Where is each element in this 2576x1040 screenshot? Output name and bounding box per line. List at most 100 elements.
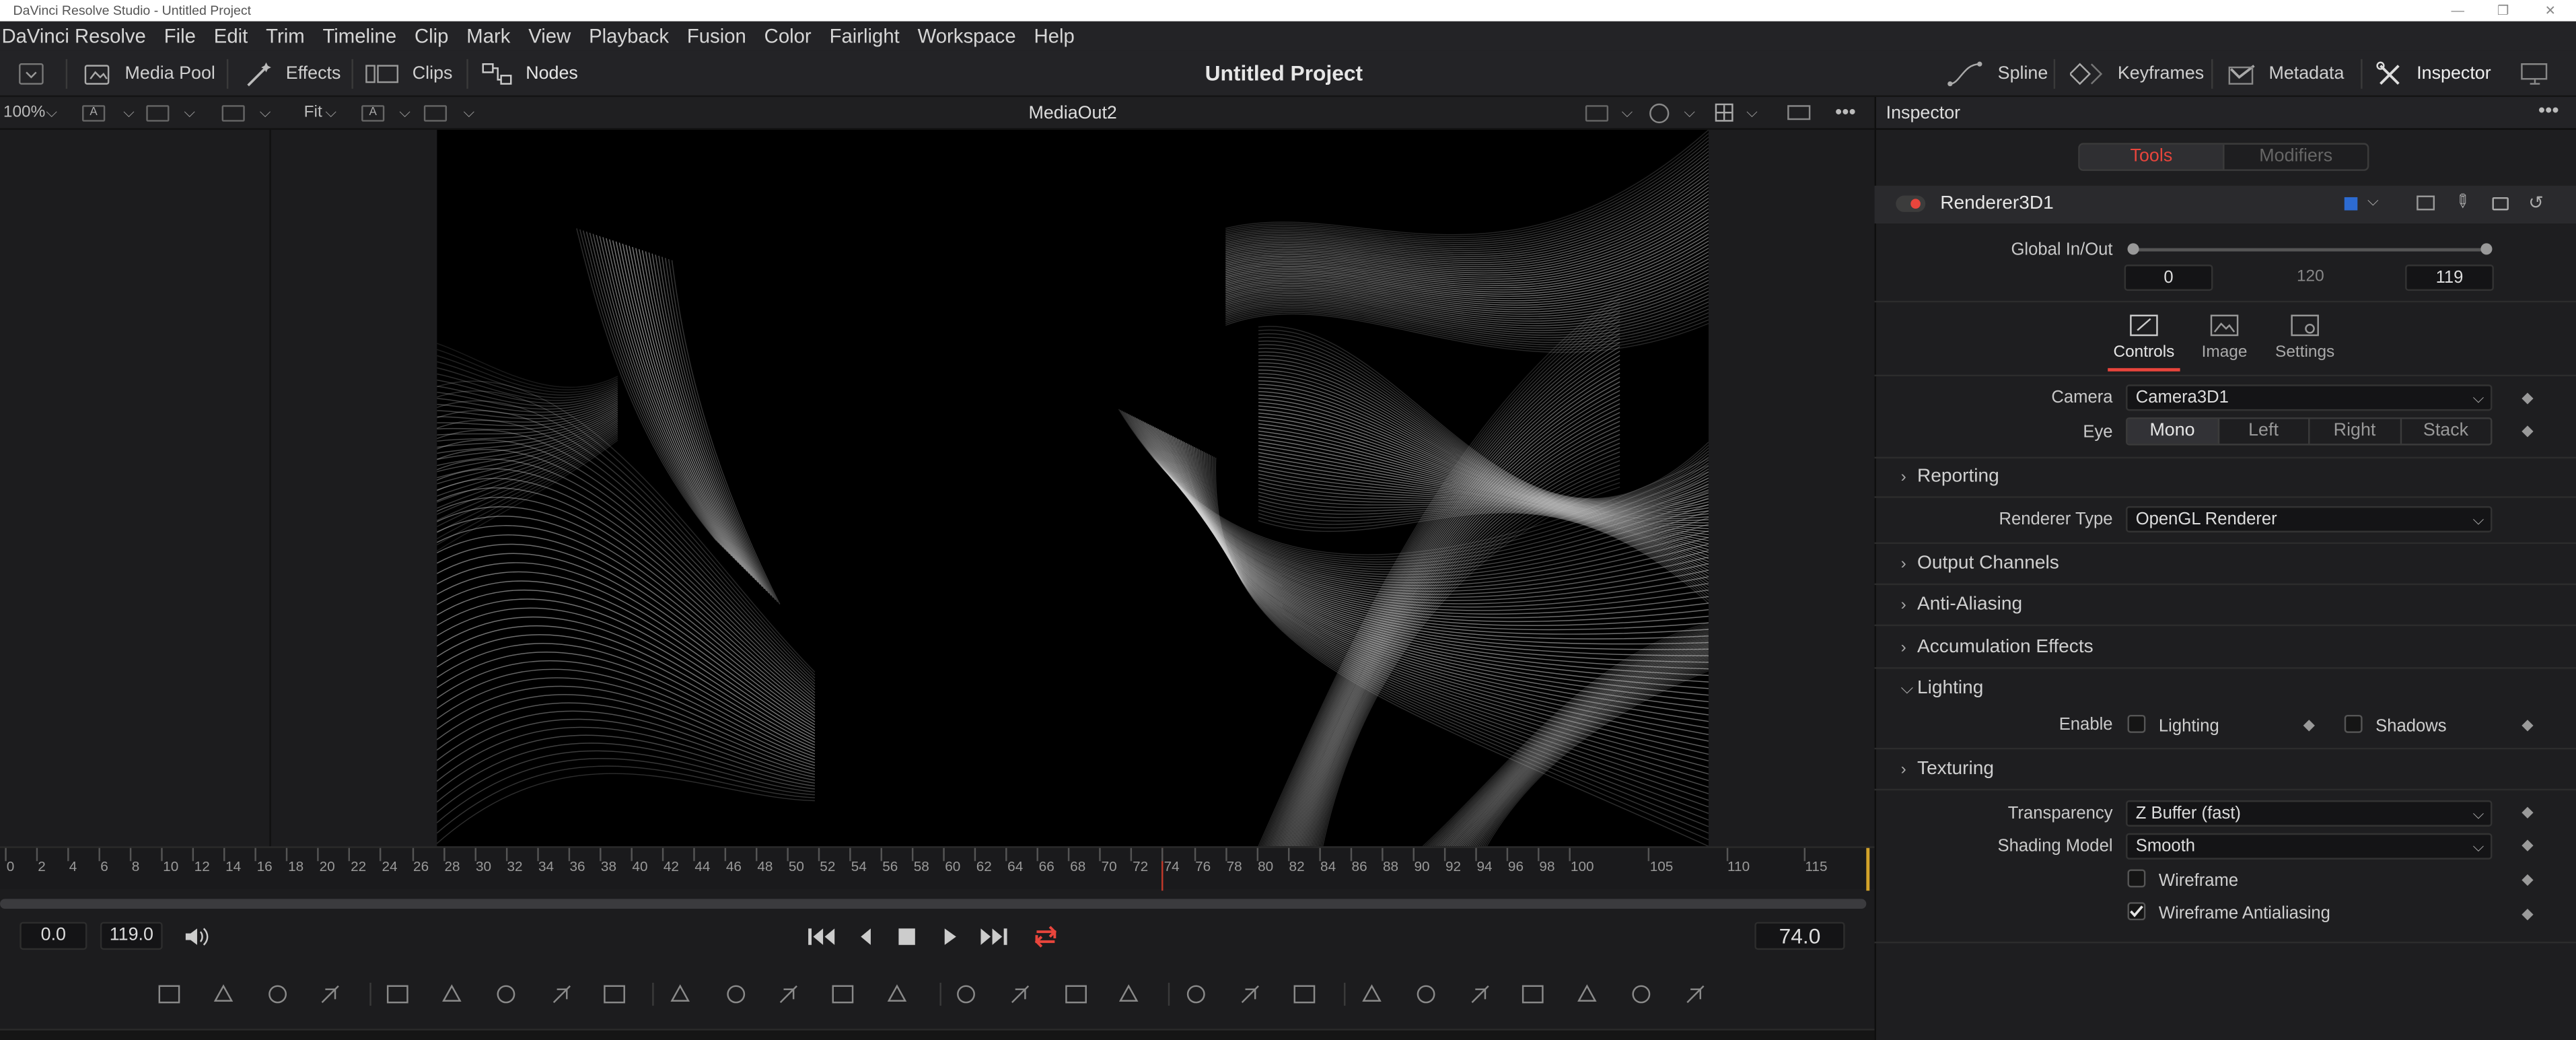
menu-help[interactable]: Help	[1034, 22, 1075, 51]
renderer-type-dropdown[interactable]: OpenGL Renderer ⌵	[2126, 506, 2493, 532]
text-3d-tool-icon[interactable]	[1467, 981, 1493, 1007]
menu-clip[interactable]: Clip	[415, 22, 448, 51]
particle-render-tool-icon[interactable]	[1237, 981, 1263, 1007]
roi-b-icon[interactable]	[423, 105, 448, 122]
color-corrector-tool-icon[interactable]	[602, 981, 628, 1007]
global-in-field[interactable]: 0	[2124, 265, 2213, 291]
roi-icon[interactable]	[146, 105, 170, 122]
menu-playback[interactable]: Playback	[589, 22, 669, 51]
merge-3d-tool-icon[interactable]	[723, 981, 749, 1007]
roi-b-chevron-icon[interactable]: ⌵	[463, 104, 474, 122]
step-back-icon[interactable]	[857, 925, 873, 948]
fit-chevron-icon[interactable]: ⌵	[325, 104, 336, 122]
wireframe-checkbox[interactable]	[2127, 869, 2146, 888]
subtab-settings[interactable]: Settings	[2272, 309, 2338, 372]
grid-chevron-icon[interactable]: ⌵	[1746, 104, 1758, 122]
shadows-checkbox[interactable]	[2344, 714, 2363, 733]
time-ruler[interactable]: 0 2 4 6 8 10 12 14 16 18 20 22 24 26 28 30 32 34 36 38 40 42 4…	[0, 846, 1875, 891]
polygon-mask-tool-icon[interactable]	[493, 981, 519, 1007]
eye-left[interactable]: Left	[2219, 419, 2310, 444]
spline-button[interactable]: Spline	[1947, 51, 2048, 97]
go-to-start-icon[interactable]	[807, 925, 836, 948]
inspector-button[interactable]: Inspector	[2375, 51, 2491, 97]
menu-color[interactable]: Color	[764, 22, 812, 51]
tab-modifiers[interactable]: Modifiers	[2225, 145, 2367, 170]
text-tool-icon[interactable]	[264, 981, 291, 1007]
stereo-chevron-icon[interactable]: ⌵	[1684, 104, 1695, 122]
camera-3d-tool-icon[interactable]	[1413, 981, 1439, 1007]
view-options-chevron-icon[interactable]: ⌵	[1622, 104, 1633, 122]
menu-fusion[interactable]: Fusion	[687, 22, 746, 51]
panel-toggle-button[interactable]	[18, 51, 56, 97]
timeline-scrollbar[interactable]	[0, 899, 1867, 909]
menu-timeline[interactable]: Timeline	[322, 22, 396, 51]
keyframes-button[interactable]: Keyframes	[2070, 51, 2204, 97]
viewer-zoom[interactable]: 100%	[3, 104, 45, 123]
material-tool-icon[interactable]	[1628, 981, 1654, 1007]
particles-tool-icon[interactable]	[384, 981, 410, 1007]
current-time-field[interactable]: 74.0	[1754, 922, 1845, 950]
bspline-tool-icon[interactable]	[1116, 981, 1142, 1007]
subtab-image[interactable]: Image	[2195, 309, 2254, 372]
lighting-checkbox[interactable]	[2127, 714, 2146, 733]
paint-tool-icon[interactable]	[317, 981, 343, 1007]
eye-mono[interactable]: Mono	[2127, 419, 2219, 444]
channel-b-icon[interactable]: A	[361, 105, 385, 122]
zoom-chevron-icon[interactable]: ⌵	[46, 104, 57, 122]
section-texturing[interactable]: › Texturing	[1901, 759, 1994, 779]
merge-tool-icon[interactable]	[667, 981, 693, 1007]
menu-edit[interactable]: Edit	[214, 22, 248, 51]
nodes-button[interactable]: Nodes	[481, 51, 578, 97]
rectangle-mask-tool-icon[interactable]	[953, 981, 979, 1007]
channel-chevron-icon[interactable]: ⌵	[123, 104, 135, 122]
wireframe-antialiasing-checkbox[interactable]	[2127, 902, 2146, 921]
pin-icon[interactable]: ✎	[2449, 188, 2474, 215]
menu-davinci[interactable]: DaVinci Resolve	[1, 22, 145, 51]
inspector-more-icon[interactable]: •••	[2538, 98, 2559, 121]
menu-workspace[interactable]: Workspace	[918, 22, 1016, 51]
menu-view[interactable]: View	[528, 22, 571, 51]
viewer-fit[interactable]: Fit	[304, 104, 322, 123]
media-in-tool-icon[interactable]	[775, 981, 801, 1007]
fog-3d-tool-icon[interactable]	[1682, 981, 1709, 1007]
particle-system-tool-icon[interactable]	[1291, 981, 1318, 1007]
minimize-icon[interactable]: —	[2451, 0, 2464, 22]
viewer-more-icon[interactable]: •••	[1835, 100, 1856, 123]
stop-icon[interactable]	[896, 925, 919, 948]
shape-3d-tool-icon[interactable]	[1359, 981, 1385, 1007]
background-tool-icon[interactable]	[156, 981, 182, 1007]
lock-icon[interactable]	[2492, 197, 2509, 211]
tab-tools[interactable]: Tools	[2079, 144, 2225, 170]
particle-emitter-tool-icon[interactable]	[1183, 981, 1209, 1007]
global-range-slider[interactable]	[2131, 248, 2489, 252]
section-anti-aliasing[interactable]: › Anti-Aliasing	[1901, 595, 2022, 615]
brightness-tool-icon[interactable]	[548, 981, 575, 1007]
render-range-end-marker[interactable]	[1866, 847, 1870, 891]
transparency-dropdown[interactable]: Z Buffer (fast) ⌵	[2126, 800, 2493, 827]
global-in-handle[interactable]	[2127, 243, 2139, 255]
section-accumulation[interactable]: › Accumulation Effects	[1901, 637, 2094, 657]
node-color-swatch[interactable]	[2344, 197, 2358, 211]
light-3d-tool-icon[interactable]	[1519, 981, 1546, 1007]
transform-tool-icon[interactable]	[830, 981, 856, 1007]
section-lighting[interactable]: ⌵ Lighting	[1901, 679, 1984, 698]
menu-file[interactable]: File	[164, 22, 196, 51]
shading-model-dropdown[interactable]: Smooth ⌵	[2126, 833, 2493, 860]
safe-area-icon[interactable]	[1787, 105, 1811, 120]
end-time-field[interactable]: 119.0	[100, 922, 163, 950]
metadata-button[interactable]: Metadata	[2227, 51, 2344, 97]
ellipse-mask-tool-icon[interactable]	[1007, 981, 1034, 1007]
global-out-field[interactable]: 119	[2405, 265, 2494, 291]
channel-a-icon[interactable]: A	[82, 105, 106, 122]
node-version-icon[interactable]	[2417, 195, 2435, 211]
section-output-channels[interactable]: › Output Channels	[1901, 554, 2059, 574]
loop-icon[interactable]	[1030, 924, 1061, 950]
menu-mark[interactable]: Mark	[466, 22, 510, 51]
renderer-3d-tool-icon[interactable]	[1574, 981, 1600, 1007]
polyline-tool-icon[interactable]	[1063, 981, 1089, 1007]
image-plane-tool-icon[interactable]	[210, 981, 236, 1007]
play-icon[interactable]	[941, 925, 958, 948]
menu-trim[interactable]: Trim	[266, 22, 304, 51]
view-options-icon[interactable]	[1585, 105, 1609, 122]
reset-icon[interactable]: ↺	[2528, 193, 2544, 213]
